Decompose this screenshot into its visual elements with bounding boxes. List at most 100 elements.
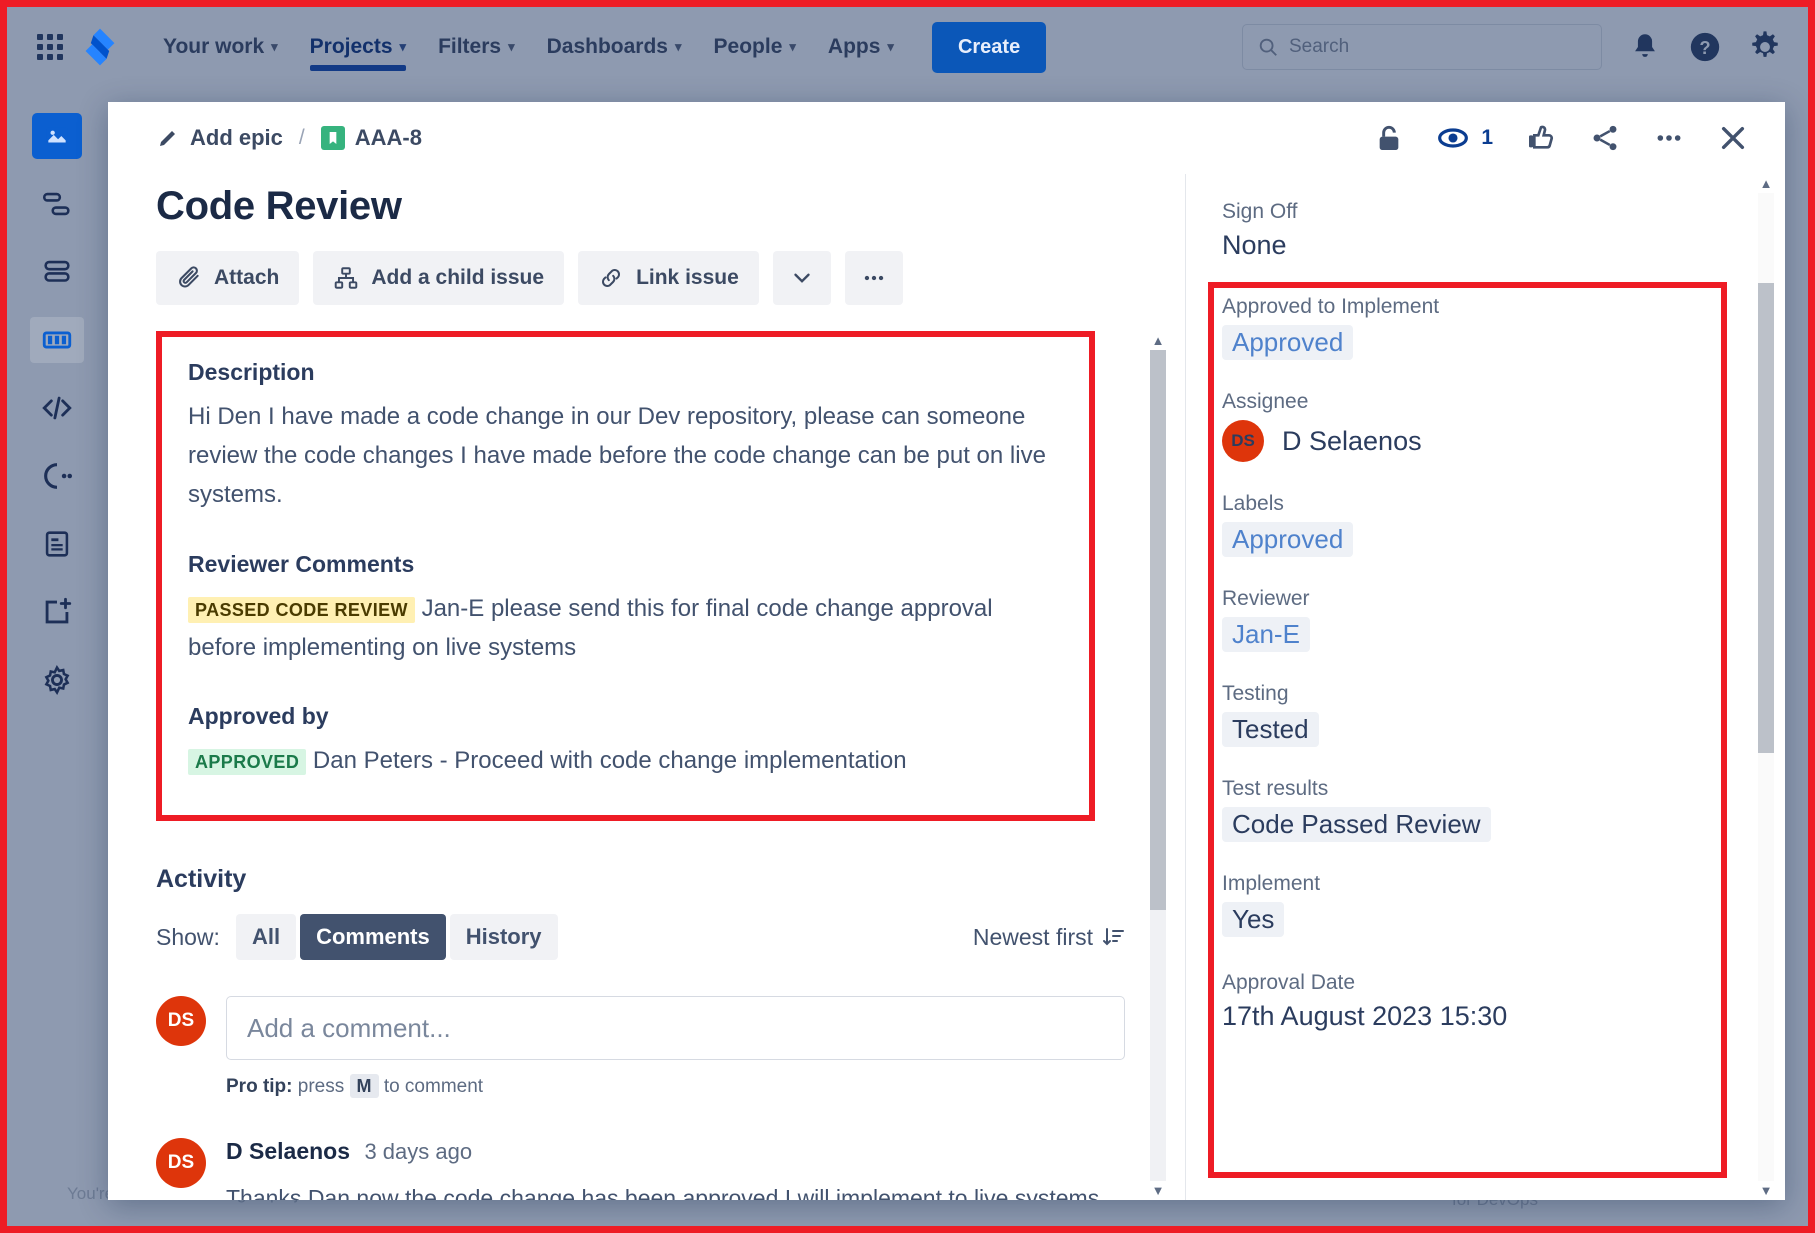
field-label: Reviewer bbox=[1222, 587, 1745, 611]
scrollbar-thumb[interactable] bbox=[1150, 350, 1166, 910]
tab-comments[interactable]: Comments bbox=[300, 914, 446, 960]
activity-sort-control[interactable]: Newest first bbox=[973, 924, 1125, 951]
modal-header: Add epic / AAA-8 1 bbox=[108, 102, 1785, 174]
field-value[interactable]: Approved bbox=[1222, 325, 1353, 360]
activity-show-label: Show: bbox=[156, 924, 220, 951]
add-shortcut-icon bbox=[40, 595, 74, 629]
scroll-down-arrow-icon[interactable]: ▼ bbox=[1760, 1181, 1773, 1200]
nav-item-dashboards[interactable]: Dashboards ▾ bbox=[531, 7, 698, 87]
field-approved-to-implement: Approved to Implement Approved bbox=[1222, 295, 1745, 360]
child-issue-icon bbox=[333, 265, 359, 291]
nav-item-apps[interactable]: Apps ▾ bbox=[812, 7, 910, 87]
settings-icon[interactable] bbox=[1748, 30, 1782, 64]
field-approval-date: Approval Date 17th August 2023 15:30 bbox=[1222, 971, 1745, 1032]
add-child-issue-button[interactable]: Add a child issue bbox=[313, 251, 564, 305]
help-icon[interactable]: ? bbox=[1688, 30, 1722, 64]
add-epic-label: Add epic bbox=[190, 125, 283, 151]
avatar: DS bbox=[156, 996, 206, 1046]
field-value[interactable]: 17th August 2023 15:30 bbox=[1222, 1001, 1745, 1032]
issue-key-label: AAA-8 bbox=[355, 125, 422, 151]
chevron-down-icon bbox=[789, 265, 815, 291]
issue-key-link[interactable]: AAA-8 bbox=[321, 125, 422, 151]
field-value[interactable]: DS D Selaenos bbox=[1222, 420, 1745, 462]
chevron-down-icon: ▾ bbox=[508, 39, 515, 55]
approved-by-heading: Approved by bbox=[188, 703, 1063, 730]
add-child-issue-label: Add a child issue bbox=[371, 266, 544, 290]
sidebar-item-board[interactable] bbox=[30, 317, 84, 363]
scroll-up-arrow-icon[interactable]: ▲ bbox=[1760, 174, 1773, 193]
jira-logo[interactable] bbox=[79, 26, 121, 68]
pro-tip-prefix: Pro tip: bbox=[226, 1076, 293, 1097]
search-icon bbox=[1257, 36, 1279, 58]
sidebar-item-add-shortcut[interactable] bbox=[30, 589, 84, 635]
list-item: DS D Selaenos 3 days ago Thanks Dan now … bbox=[156, 1138, 1125, 1200]
pro-tip-suffix: to comment bbox=[384, 1076, 483, 1097]
notifications-icon[interactable] bbox=[1628, 30, 1662, 64]
avatar: DS bbox=[1222, 420, 1264, 462]
sidebar-item-roadmap[interactable] bbox=[30, 181, 84, 227]
sidebar-item-releases[interactable] bbox=[30, 453, 84, 499]
svg-text:?: ? bbox=[1699, 37, 1710, 58]
tab-history[interactable]: History bbox=[450, 914, 558, 960]
nav-item-your-work[interactable]: Your work ▾ bbox=[147, 7, 294, 87]
nav-item-filters[interactable]: Filters ▾ bbox=[422, 7, 531, 87]
unlock-icon[interactable] bbox=[1373, 122, 1405, 154]
add-comment-input[interactable]: Add a comment... bbox=[226, 996, 1125, 1060]
modal-body: Code Review Attach bbox=[108, 174, 1785, 1200]
actions-dropdown-button[interactable] bbox=[773, 251, 831, 305]
more-actions-icon[interactable] bbox=[1653, 122, 1685, 154]
activity-section: Activity Show: All Comments History Newe… bbox=[156, 865, 1125, 1200]
field-value[interactable]: Jan-E bbox=[1222, 617, 1310, 652]
scrollbar-track[interactable] bbox=[1150, 350, 1166, 1181]
screenshot-root: Your work ▾ Projects ▾ Filters ▾ Dashboa… bbox=[0, 0, 1815, 1233]
project-sidebar bbox=[7, 87, 107, 1226]
global-navigation-bar: Your work ▾ Projects ▾ Filters ▾ Dashboa… bbox=[7, 7, 1808, 87]
nav-item-projects[interactable]: Projects ▾ bbox=[294, 7, 422, 87]
more-toolbar-button[interactable] bbox=[845, 251, 903, 305]
details-fields-list: Sign Off None Approved to Implement Appr… bbox=[1186, 174, 1785, 1032]
avatar: DS bbox=[156, 1138, 206, 1188]
pencil-icon bbox=[156, 126, 180, 150]
apps-grid-icon[interactable] bbox=[33, 30, 67, 64]
nav-label: Projects bbox=[310, 35, 393, 59]
field-label: Assignee bbox=[1222, 390, 1745, 414]
search-input[interactable]: Search bbox=[1242, 24, 1602, 70]
field-label: Approved to Implement bbox=[1222, 295, 1745, 319]
scrollbar-thumb[interactable] bbox=[1758, 283, 1774, 753]
comment-author[interactable]: D Selaenos bbox=[226, 1138, 350, 1164]
details-scrollbar[interactable]: ▲ ▼ bbox=[1757, 174, 1775, 1200]
share-icon[interactable] bbox=[1589, 122, 1621, 154]
add-epic-button[interactable]: Add epic bbox=[156, 125, 283, 151]
description-text: Hi Den I have made a code change in our … bbox=[188, 398, 1063, 515]
sidebar-item-pages[interactable] bbox=[30, 521, 84, 567]
sidebar-item-code[interactable] bbox=[30, 385, 84, 431]
field-value[interactable]: Approved bbox=[1222, 522, 1353, 557]
sidebar-item-backlog[interactable] bbox=[30, 249, 84, 295]
content-scrollbar[interactable]: ▲ ▼ bbox=[1149, 331, 1167, 1200]
breadcrumb-separator: / bbox=[295, 126, 309, 150]
more-icon bbox=[861, 265, 887, 291]
field-value[interactable]: None bbox=[1222, 230, 1745, 261]
sidebar-item-project-avatar-icon[interactable] bbox=[32, 113, 82, 159]
issue-content-scroll-area[interactable]: Description Hi Den I have made a code ch… bbox=[156, 331, 1185, 1200]
watch-control[interactable]: 1 bbox=[1437, 122, 1493, 154]
attach-label: Attach bbox=[214, 266, 279, 290]
create-button[interactable]: Create bbox=[932, 22, 1046, 73]
pro-tip-press: press bbox=[298, 1076, 344, 1097]
breadcrumb: Add epic / AAA-8 bbox=[156, 125, 422, 151]
global-nav-right: Search ? bbox=[1242, 24, 1782, 70]
field-value[interactable]: Yes bbox=[1222, 902, 1284, 937]
nav-item-people[interactable]: People ▾ bbox=[698, 7, 812, 87]
scroll-up-arrow-icon[interactable]: ▲ bbox=[1152, 331, 1165, 350]
link-issue-button[interactable]: Link issue bbox=[578, 251, 759, 305]
scroll-down-arrow-icon[interactable]: ▼ bbox=[1152, 1181, 1165, 1200]
field-value[interactable]: Code Passed Review bbox=[1222, 807, 1491, 842]
close-icon[interactable] bbox=[1717, 122, 1749, 154]
modal-header-actions: 1 bbox=[1373, 122, 1749, 154]
scrollbar-track[interactable] bbox=[1758, 193, 1774, 1181]
tab-all[interactable]: All bbox=[236, 914, 296, 960]
sidebar-item-project-settings[interactable] bbox=[30, 657, 84, 703]
like-thumb-icon[interactable] bbox=[1525, 122, 1557, 154]
field-value[interactable]: Tested bbox=[1222, 712, 1319, 747]
attach-button[interactable]: Attach bbox=[156, 251, 299, 305]
